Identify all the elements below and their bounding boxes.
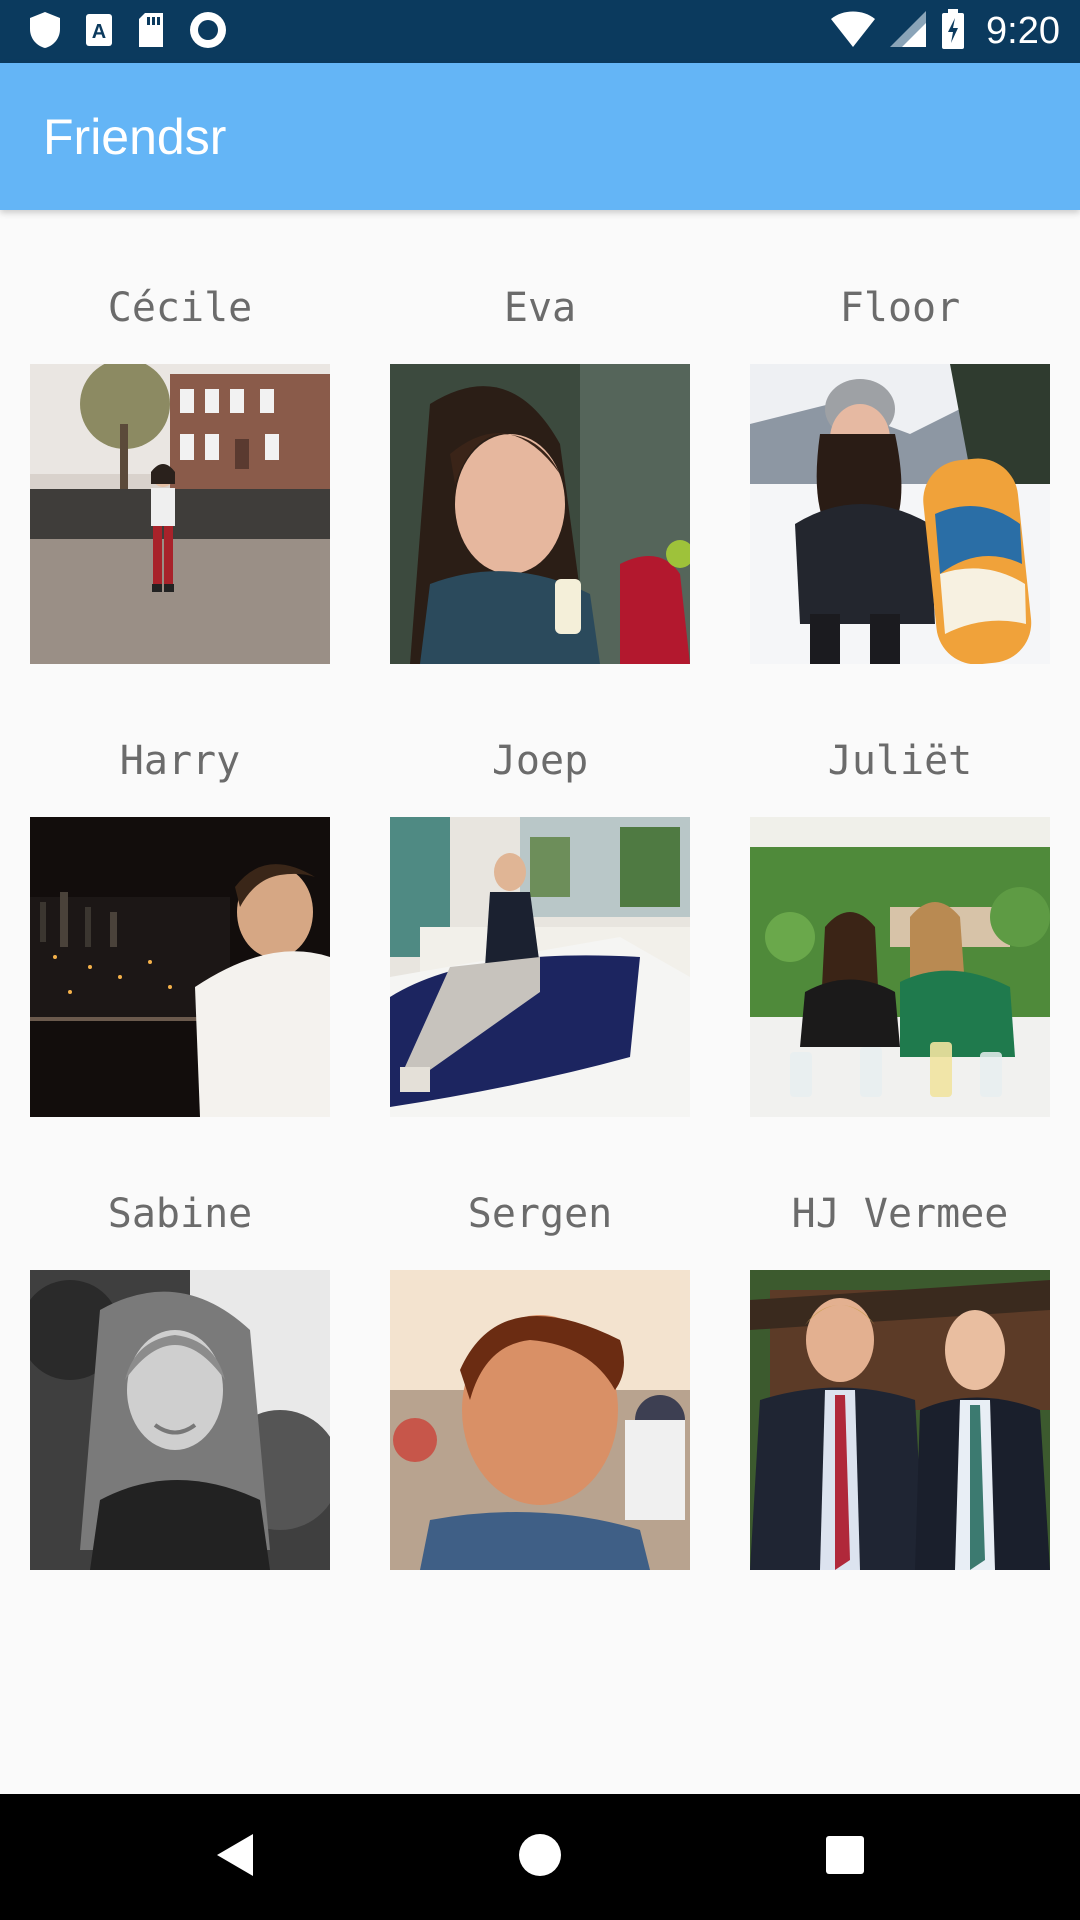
- recents-icon: [824, 1834, 866, 1881]
- wifi-icon: [830, 9, 876, 54]
- home-button[interactable]: [460, 1794, 620, 1920]
- friend-name: Juliët: [827, 738, 973, 784]
- friend-name: Eva: [503, 285, 577, 331]
- record-icon: [188, 10, 228, 55]
- friend-photo[interactable]: [390, 817, 690, 1117]
- app-title: Friendsr: [43, 109, 227, 165]
- friend-photo[interactable]: [390, 1270, 690, 1570]
- font-a-icon: A: [84, 10, 114, 55]
- battery-charging-icon: [940, 8, 966, 55]
- friend-name: Joep: [491, 738, 589, 784]
- friend-photo[interactable]: [30, 1270, 330, 1570]
- back-icon: [213, 1831, 257, 1884]
- friend-photo[interactable]: [30, 364, 330, 664]
- navigation-bar: [0, 1794, 1080, 1920]
- friend-photo[interactable]: [750, 1270, 1050, 1570]
- friend-photo[interactable]: [30, 817, 330, 1117]
- svg-text:A: A: [92, 21, 106, 43]
- friend-photo[interactable]: [750, 364, 1050, 664]
- friend-name: Cécile: [107, 285, 253, 331]
- cell-signal-icon: [888, 9, 928, 54]
- friend-photo[interactable]: [390, 364, 690, 664]
- friend-name: Harry: [119, 738, 241, 784]
- sd-card-icon: [136, 10, 166, 55]
- app-bar: Friendsr: [0, 63, 1080, 210]
- friend-name: Floor: [839, 285, 961, 331]
- shield-icon: [28, 10, 62, 55]
- friend-name: Sergen: [467, 1191, 613, 1237]
- friend-name: HJ Vermee: [791, 1191, 1009, 1237]
- back-button[interactable]: [155, 1794, 315, 1920]
- home-icon: [517, 1832, 563, 1883]
- friend-name: Sabine: [107, 1191, 253, 1237]
- status-bar: A 9:20: [0, 0, 1080, 63]
- recents-button[interactable]: [765, 1794, 925, 1920]
- friend-photo[interactable]: [750, 817, 1050, 1117]
- status-time: 9:20: [986, 10, 1060, 52]
